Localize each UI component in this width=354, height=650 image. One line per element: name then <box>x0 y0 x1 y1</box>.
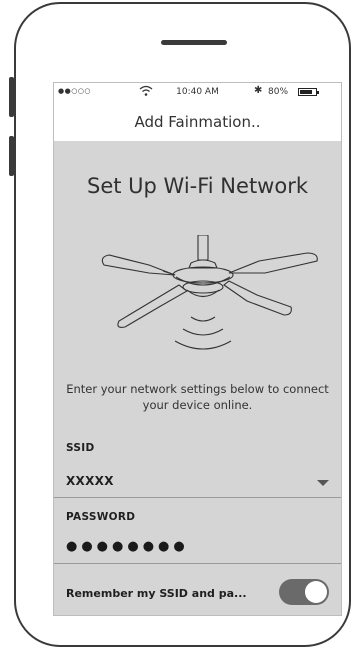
phone-speaker <box>161 40 227 45</box>
page-title: Set Up Wi-Fi Network <box>87 174 308 198</box>
remember-toggle[interactable] <box>279 579 329 605</box>
password-input[interactable]: ●●●●●●●● <box>66 539 189 554</box>
battery-icon <box>298 88 319 96</box>
chevron-down-icon[interactable] <box>317 480 329 486</box>
ceiling-fan-icon <box>101 235 318 350</box>
nav-title: Add Fainmation.. <box>54 103 341 141</box>
ssid-select[interactable]: XXXXX <box>66 474 114 488</box>
setup-instructions: Enter your network settings below to con… <box>66 382 329 412</box>
status-bar: ●●○○○ 10:40 AM ✱ 80% <box>54 83 341 103</box>
ssid-divider <box>54 497 341 498</box>
battery-percent: 80% <box>268 87 289 97</box>
bluetooth-icon: ✱ <box>254 85 263 96</box>
volume-down-button <box>9 136 14 176</box>
password-divider <box>54 563 341 564</box>
toggle-knob[interactable] <box>305 581 327 603</box>
volume-up-button <box>9 77 14 117</box>
remember-label: Remember my SSID and pa... <box>66 587 247 600</box>
battery-fill <box>300 90 312 94</box>
ssid-label: SSID <box>66 442 95 454</box>
remember-row: Remember my SSID and pa... <box>54 579 341 609</box>
password-label: PASSWORD <box>66 511 136 523</box>
app-screen: ●●○○○ 10:40 AM ✱ 80% Add Fainmation.. Se… <box>53 82 342 616</box>
phone-frame: ●●○○○ 10:40 AM ✱ 80% Add Fainmation.. Se… <box>14 2 351 647</box>
battery-nub <box>317 91 319 94</box>
